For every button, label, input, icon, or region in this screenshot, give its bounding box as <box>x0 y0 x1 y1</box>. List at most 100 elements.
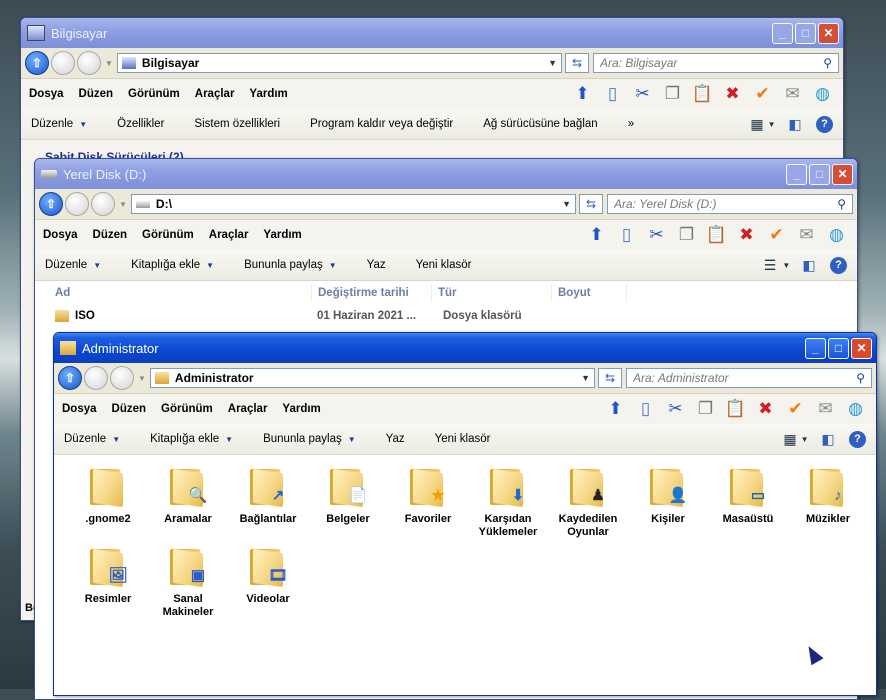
properties-check-icon[interactable]: ✔ <box>750 82 775 107</box>
close-button[interactable]: ✕ <box>832 163 853 185</box>
folders-pane-icon[interactable]: ▯ <box>600 82 625 107</box>
burn-button[interactable]: Yaz <box>367 259 386 271</box>
paste-icon[interactable]: 📋 <box>723 397 748 422</box>
folder-item[interactable]: 🔍 Aramalar <box>148 463 228 526</box>
new-folder-button[interactable]: Yeni klasör <box>435 433 491 445</box>
view-options-icon[interactable]: ▦ ▼ <box>750 114 775 134</box>
properties-check-icon[interactable]: ✔ <box>764 223 789 248</box>
file-view[interactable]: .gnome2 🔍 Aramalar ↗ Bağlantılar 📄 Belgeler ★ Fa… <box>54 455 876 695</box>
paste-icon[interactable]: 📋 <box>704 223 729 248</box>
column-date-modified[interactable]: Değiştirme tarihi <box>312 284 432 302</box>
minimize-button[interactable]: _ <box>786 163 807 185</box>
refresh-icon[interactable]: ⇆ <box>565 53 589 73</box>
copy-icon[interactable]: ❐ <box>693 397 718 422</box>
search-icon[interactable]: ⚲ <box>856 371 865 385</box>
up-folder-icon[interactable]: ⬆ <box>603 397 628 422</box>
help-icon[interactable]: ? <box>816 115 833 133</box>
chevron-down-icon[interactable]: ▼ <box>581 373 590 383</box>
folder-item[interactable]: ↗ Bağlantılar <box>228 463 308 526</box>
menu-tools[interactable]: Araçlar <box>228 403 268 415</box>
cut-icon[interactable]: ✂ <box>644 223 669 248</box>
address-input[interactable]: Bilgisayar ▼ <box>116 53 562 73</box>
minimize-button[interactable]: _ <box>772 22 793 44</box>
address-input[interactable]: D:\ ▼ <box>130 194 576 214</box>
refresh-icon[interactable]: ⇆ <box>598 368 622 388</box>
folder-item[interactable]: ▭ Masaüstü <box>708 463 788 526</box>
include-in-library-button[interactable]: Kitaplığa ekle ▼ <box>131 259 214 271</box>
folder-item[interactable]: 🖼 Resimler <box>68 543 148 606</box>
folder-item[interactable]: ▣ Sanal Makineler <box>148 543 228 619</box>
search-input[interactable]: Ara: Yerel Disk (D:) ⚲ <box>607 194 853 214</box>
folder-item[interactable]: ♟ Kaydedilen Oyunlar <box>548 463 628 539</box>
history-dropdown-icon[interactable]: ▼ <box>138 374 146 383</box>
history-dropdown-icon[interactable]: ▼ <box>105 59 113 68</box>
forward-button[interactable] <box>110 366 134 390</box>
back-button[interactable] <box>65 192 89 216</box>
delete-icon[interactable]: ✖ <box>753 397 778 422</box>
include-in-library-button[interactable]: Kitaplığa ekle ▼ <box>150 433 233 445</box>
menu-file[interactable]: Dosya <box>43 229 78 241</box>
properties-check-icon[interactable]: ✔ <box>783 397 808 422</box>
shell-icon[interactable]: ◍ <box>810 82 835 107</box>
up-folder-icon[interactable]: ⬆ <box>570 82 595 107</box>
up-button[interactable]: ⇧ <box>58 366 82 390</box>
column-name[interactable]: Ad <box>35 284 312 302</box>
folder-item[interactable]: ⬇ Karşıdan Yüklemeler <box>468 463 548 539</box>
new-folder-button[interactable]: Yeni klasör <box>416 259 472 271</box>
preview-pane-icon[interactable]: ◧ <box>784 114 806 134</box>
folder-item[interactable]: ♪ Müzikler <box>788 463 868 526</box>
folder-item[interactable]: .gnome2 <box>68 463 148 526</box>
mail-icon[interactable]: ✉ <box>780 82 805 107</box>
chevron-down-icon[interactable]: ▼ <box>548 58 557 68</box>
more-commands-button[interactable]: » <box>628 118 634 130</box>
menu-tools[interactable]: Araçlar <box>209 229 249 241</box>
system-properties-button[interactable]: Sistem özellikleri <box>194 118 280 130</box>
preview-pane-icon[interactable]: ◧ <box>798 255 820 275</box>
mail-icon[interactable]: ✉ <box>813 397 838 422</box>
folders-pane-icon[interactable]: ▯ <box>633 397 658 422</box>
up-button[interactable]: ⇧ <box>39 192 63 216</box>
copy-icon[interactable]: ❐ <box>674 223 699 248</box>
menu-file[interactable]: Dosya <box>29 88 64 100</box>
menu-help[interactable]: Yardım <box>282 403 320 415</box>
chevron-down-icon[interactable]: ▼ <box>562 199 571 209</box>
menu-view[interactable]: Görünüm <box>161 403 213 415</box>
up-button[interactable]: ⇧ <box>25 51 49 75</box>
share-with-button[interactable]: Bununla paylaş ▼ <box>263 433 356 445</box>
organize-button[interactable]: Düzenle ▼ <box>45 259 101 271</box>
view-options-icon[interactable]: ☰ ▼ <box>764 255 790 275</box>
search-icon[interactable]: ⚲ <box>837 197 846 211</box>
map-network-drive-button[interactable]: Ağ sürücüsüne bağlan <box>483 118 597 130</box>
help-icon[interactable]: ? <box>849 430 866 448</box>
mail-icon[interactable]: ✉ <box>794 223 819 248</box>
computer-titlebar[interactable]: Bilgisayar _ □ ✕ <box>21 18 843 48</box>
menu-help[interactable]: Yardım <box>249 88 287 100</box>
cut-icon[interactable]: ✂ <box>663 397 688 422</box>
preview-pane-icon[interactable]: ◧ <box>817 429 839 449</box>
menu-edit[interactable]: Düzen <box>112 403 147 415</box>
menu-help[interactable]: Yardım <box>263 229 301 241</box>
refresh-icon[interactable]: ⇆ <box>579 194 603 214</box>
admin-titlebar[interactable]: Administrator _ □ ✕ <box>54 333 876 363</box>
back-button[interactable] <box>84 366 108 390</box>
search-icon[interactable]: ⚲ <box>823 56 832 70</box>
folder-item[interactable]: 🎞 Videolar <box>228 543 308 606</box>
organize-button[interactable]: Düzenle ▼ <box>31 118 87 130</box>
folders-pane-icon[interactable]: ▯ <box>614 223 639 248</box>
search-input[interactable]: Ara: Bilgisayar ⚲ <box>593 53 839 73</box>
organize-button[interactable]: Düzenle ▼ <box>64 433 120 445</box>
menu-file[interactable]: Dosya <box>62 403 97 415</box>
copy-icon[interactable]: ❐ <box>660 82 685 107</box>
maximize-button[interactable]: □ <box>795 22 816 44</box>
up-folder-icon[interactable]: ⬆ <box>584 223 609 248</box>
menu-view[interactable]: Görünüm <box>128 88 180 100</box>
shell-icon[interactable]: ◍ <box>843 397 868 422</box>
menu-edit[interactable]: Düzen <box>79 88 114 100</box>
folder-item[interactable]: 👤 Kişiler <box>628 463 708 526</box>
column-size[interactable]: Boyut <box>552 284 627 302</box>
minimize-button[interactable]: _ <box>805 337 826 359</box>
menu-view[interactable]: Görünüm <box>142 229 194 241</box>
maximize-button[interactable]: □ <box>809 163 830 185</box>
close-button[interactable]: ✕ <box>851 337 872 359</box>
view-options-icon[interactable]: ▦ ▼ <box>783 429 808 449</box>
